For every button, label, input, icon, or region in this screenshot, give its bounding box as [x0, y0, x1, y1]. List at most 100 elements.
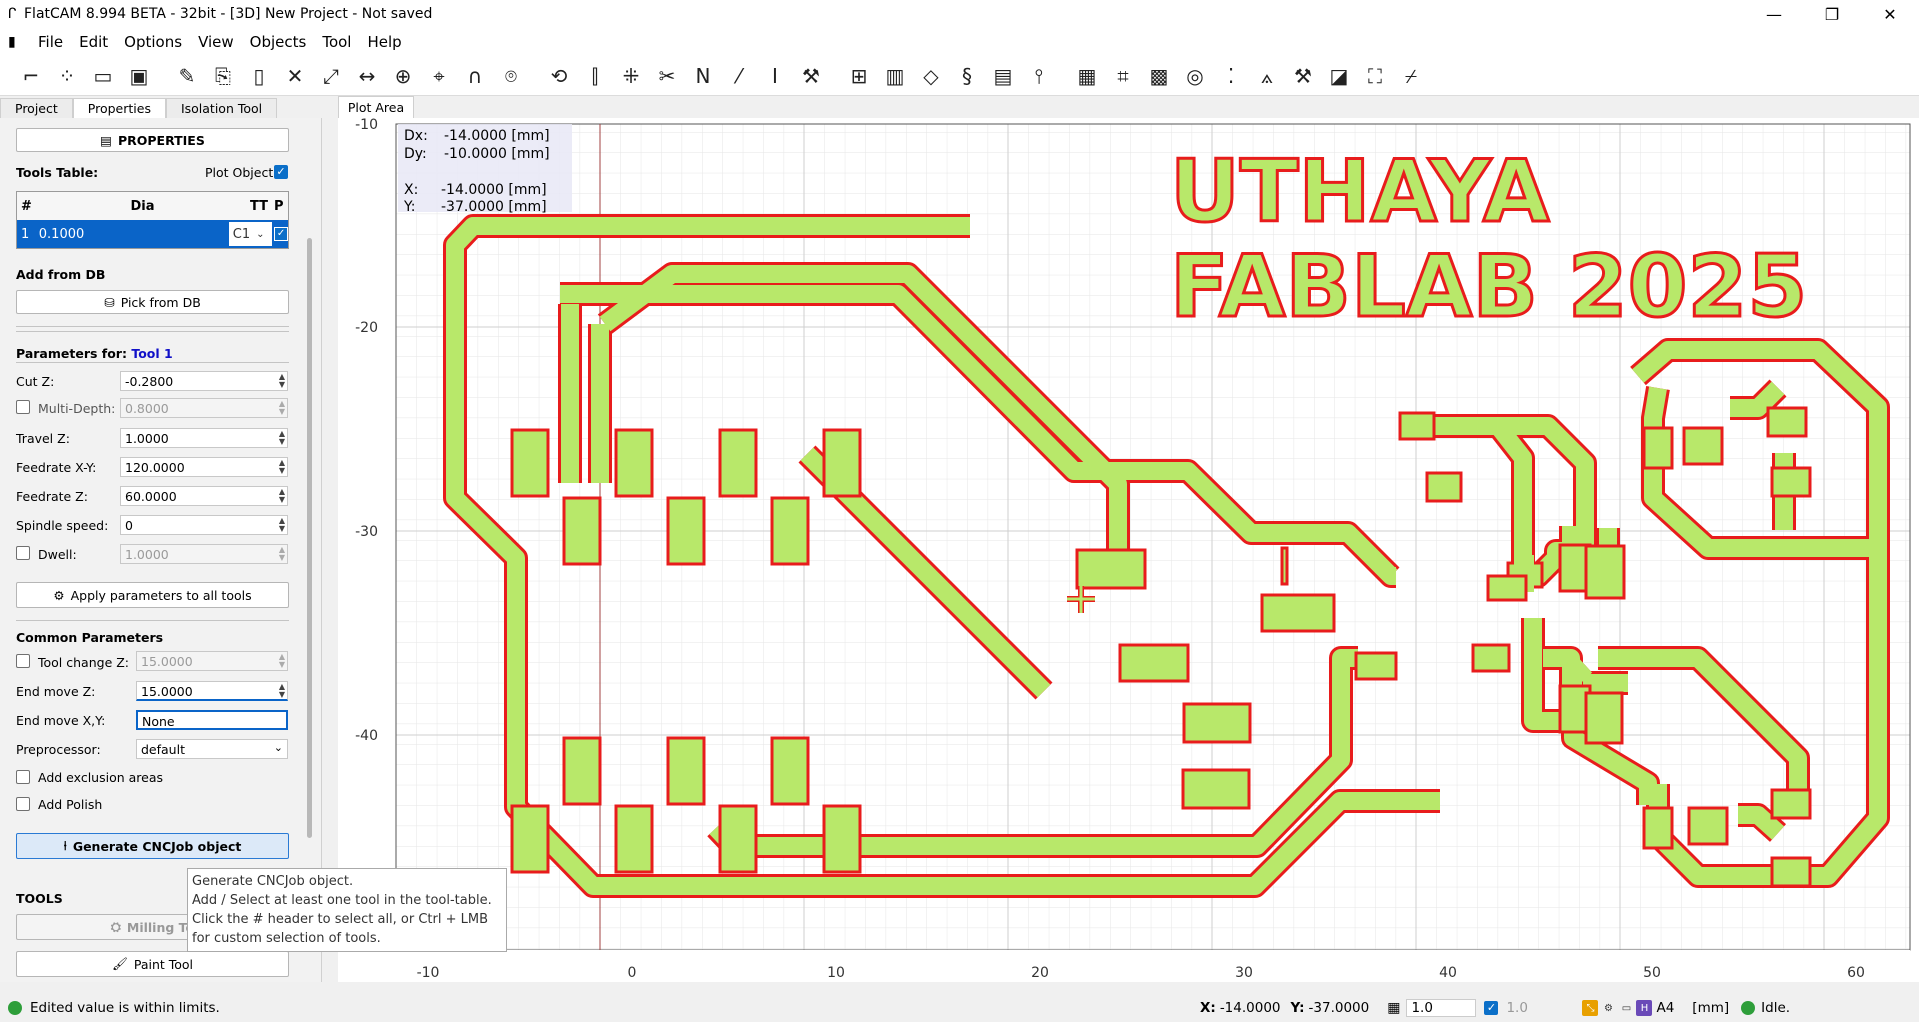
- plot-canvas[interactable]: UTHAYA FABLAB 2025 Dx: -14.0000 [mm] Dy:…: [338, 118, 1919, 982]
- calculator-icon[interactable]: ▦: [1072, 61, 1102, 91]
- crop-icon[interactable]: ⌗: [1108, 61, 1138, 91]
- tab-properties[interactable]: Properties: [72, 98, 166, 118]
- menu-tool[interactable]: Tool: [314, 33, 359, 51]
- feedrate-z-input[interactable]: 60.0000 ▲ ▼: [120, 486, 288, 506]
- multi-depth-input[interactable]: 0.8000 ▲ ▼: [120, 398, 288, 418]
- maximize-button[interactable]: ❐: [1803, 0, 1861, 28]
- scrollbar-thumb[interactable]: [307, 238, 312, 838]
- isolation-icon[interactable]: Ⅰ: [760, 61, 790, 91]
- paint-tool-button[interactable]: 🖌 Paint Tool: [16, 951, 289, 977]
- panel-toggle-icon[interactable]: ▮: [0, 34, 30, 50]
- page-size[interactable]: A4: [1656, 1000, 1674, 1016]
- film-icon[interactable]: ▥: [880, 61, 910, 91]
- spin-arrows-icon[interactable]: ▲ ▼: [279, 653, 285, 669]
- end-move-xy-input[interactable]: None: [136, 710, 288, 730]
- pen-icon[interactable]: ⁄: [724, 61, 754, 91]
- menu-options[interactable]: Options: [116, 33, 190, 51]
- snap-icon[interactable]: ⤡: [1582, 1000, 1599, 1016]
- properties-button[interactable]: ▤ PROPERTIES: [16, 128, 289, 152]
- shell-icon[interactable]: ▭: [1618, 1000, 1634, 1016]
- distance-icon[interactable]: ↔: [352, 61, 382, 91]
- resize-icon[interactable]: ⤢: [316, 61, 346, 91]
- fiducials-icon[interactable]: ⟑: [1252, 61, 1282, 91]
- exclusion-areas-checkbox[interactable]: [16, 770, 30, 784]
- edit-pencil-icon[interactable]: ✎: [172, 61, 202, 91]
- ncc-icon[interactable]: N: [688, 61, 718, 91]
- markers-icon[interactable]: ⌿: [1396, 61, 1426, 91]
- col-header-num[interactable]: #: [17, 199, 35, 214]
- col-header-p[interactable]: P: [274, 199, 288, 214]
- end-move-z-input[interactable]: 15.0000 ▲ ▼: [136, 681, 288, 701]
- generate-cncjob-button[interactable]: ⍿ Generate CNCJob object: [16, 833, 289, 859]
- target-icon[interactable]: ⌖: [424, 61, 454, 91]
- grid-x-input[interactable]: 1.0: [1406, 999, 1477, 1017]
- pick-from-db-button[interactable]: ⛁ Pick from DB: [16, 290, 289, 314]
- close-button[interactable]: ✕: [1861, 0, 1919, 28]
- feedrate-xy-input[interactable]: 120.0000 ▲ ▼: [120, 457, 288, 477]
- tab-plot-area[interactable]: Plot Area: [338, 96, 414, 118]
- settings-gear-icon[interactable]: ⚙: [1600, 1000, 1616, 1016]
- milling-icon[interactable]: ⫯: [1024, 61, 1054, 91]
- plot-area[interactable]: UTHAYA FABLAB 2025 Dx: -14.0000 [mm] Dy:…: [338, 118, 1919, 982]
- menu-file[interactable]: File: [30, 33, 71, 51]
- hud-icon[interactable]: H: [1636, 1000, 1653, 1016]
- multi-depth-checkbox[interactable]: [16, 400, 30, 414]
- menu-view[interactable]: View: [190, 33, 242, 51]
- panel-scrollbar[interactable]: [307, 118, 315, 838]
- dwell-input[interactable]: 1.0000 ▲ ▼: [120, 544, 288, 564]
- row-dia[interactable]: 0.1000: [35, 227, 228, 242]
- spin-arrows-icon[interactable]: ▲ ▼: [279, 517, 285, 533]
- tool-change-checkbox[interactable]: [16, 654, 30, 668]
- plot-object-checkbox[interactable]: ✓: [274, 165, 288, 179]
- tool-change-z-input[interactable]: 15.0000 ▲ ▼: [136, 651, 288, 671]
- cutout-icon[interactable]: ✂: [652, 61, 682, 91]
- magnet-icon[interactable]: ∩: [460, 61, 490, 91]
- table-row[interactable]: 1 0.1000 C1 ⌄ ✓: [17, 220, 288, 248]
- spin-arrows-icon[interactable]: ▲ ▼: [279, 459, 285, 475]
- plot-tool-checkbox[interactable]: ✓: [274, 227, 288, 241]
- spin-arrows-icon[interactable]: ▲ ▼: [279, 430, 285, 446]
- grid-lock-checkbox[interactable]: ✓: [1484, 1001, 1499, 1015]
- menu-help[interactable]: Help: [359, 33, 409, 51]
- rules-check-icon[interactable]: ▤: [988, 61, 1018, 91]
- spin-arrows-icon[interactable]: ▲ ▼: [279, 400, 285, 416]
- copper-fill-icon[interactable]: ◎: [1180, 61, 1210, 91]
- dots-icon[interactable]: ⁚: [1216, 61, 1246, 91]
- save-icon[interactable]: ▣: [124, 61, 154, 91]
- spin-arrows-icon[interactable]: ▲ ▼: [279, 546, 285, 562]
- origin-icon[interactable]: ⊕: [388, 61, 418, 91]
- travel-z-input[interactable]: 1.0000 ▲ ▼: [120, 428, 288, 448]
- invert-icon[interactable]: ◪: [1324, 61, 1354, 91]
- new-excellon-icon[interactable]: ⁘: [52, 61, 82, 91]
- extract-icon[interactable]: ⛶: [1360, 61, 1390, 91]
- menu-objects[interactable]: Objects: [242, 33, 315, 51]
- panelize-icon[interactable]: ⊞: [844, 61, 874, 91]
- menu-edit[interactable]: Edit: [71, 33, 116, 51]
- new-document-icon[interactable]: ▯: [244, 61, 274, 91]
- spin-arrows-icon[interactable]: ▲ ▼: [279, 683, 285, 699]
- replot-icon[interactable]: ⟲: [544, 61, 574, 91]
- col-header-dia[interactable]: Dia: [35, 199, 250, 214]
- sub-icon[interactable]: §: [952, 61, 982, 91]
- qr-code-icon[interactable]: ▩: [1144, 61, 1174, 91]
- tab-isolation-tool[interactable]: Isolation Tool: [165, 98, 278, 118]
- cut-z-input[interactable]: -0.2800 ▲ ▼: [120, 371, 288, 391]
- tab-project[interactable]: Project: [0, 98, 73, 118]
- locate-icon[interactable]: ⌾: [496, 61, 526, 91]
- grid-y-input[interactable]: 1.0: [1506, 1000, 1576, 1016]
- open-folder-icon[interactable]: ▭: [88, 61, 118, 91]
- spin-arrows-icon[interactable]: ▲ ▼: [279, 488, 285, 504]
- col-header-tt[interactable]: TT: [250, 199, 274, 214]
- delete-icon[interactable]: ✕: [280, 61, 310, 91]
- hammer-icon[interactable]: ⚒: [1288, 61, 1318, 91]
- apply-all-tools-button[interactable]: ⚙ Apply parameters to all tools: [16, 582, 289, 608]
- solder-paste-icon[interactable]: ◇: [916, 61, 946, 91]
- dwell-checkbox[interactable]: [16, 546, 30, 560]
- drill-icon[interactable]: ⚒: [796, 61, 826, 91]
- align-icon[interactable]: ⁜: [616, 61, 646, 91]
- tool-type-select[interactable]: C1 ⌄: [228, 222, 273, 246]
- new-geometry-icon[interactable]: ⌐: [16, 61, 46, 91]
- grid-icon[interactable]: ▦: [1387, 1000, 1400, 1016]
- preprocessor-select[interactable]: default ⌄: [136, 739, 288, 759]
- units-label[interactable]: [mm]: [1692, 1000, 1729, 1016]
